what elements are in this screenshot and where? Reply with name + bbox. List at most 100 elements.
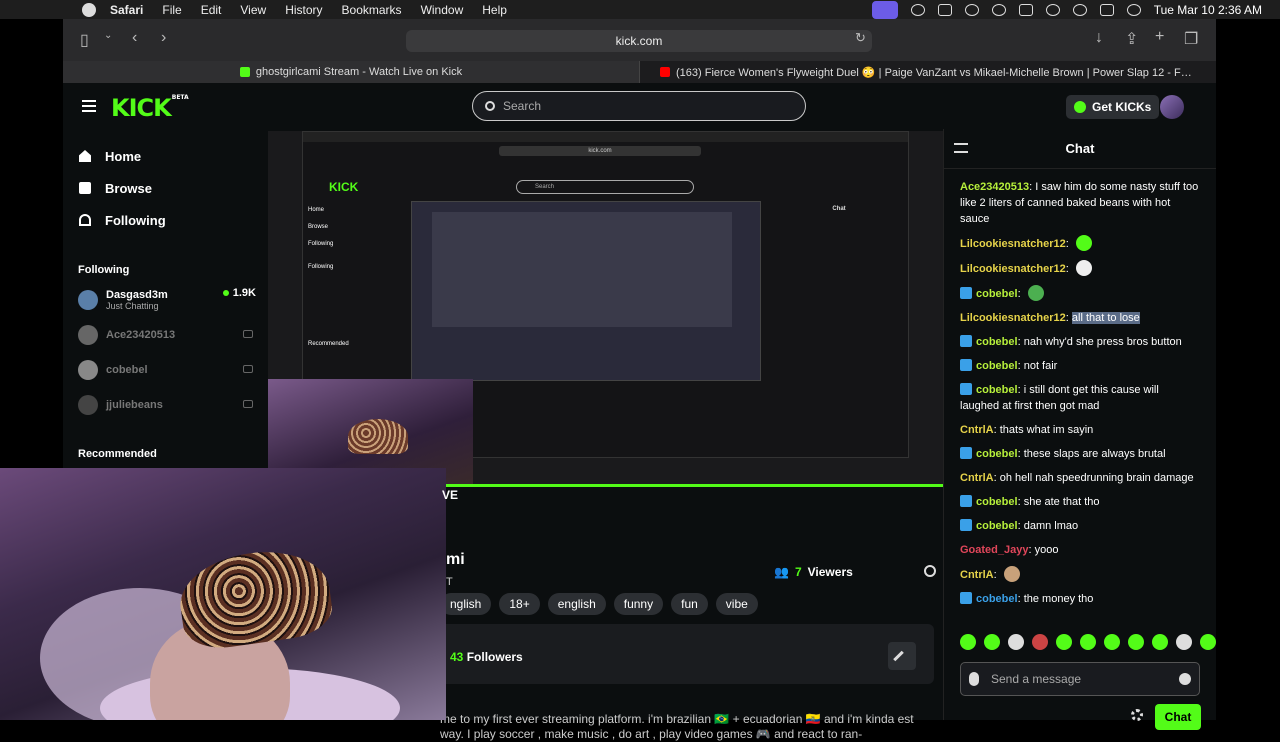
youtube-favicon-icon <box>660 67 670 77</box>
battery-icon[interactable] <box>1018 3 1033 16</box>
nested-address-bar: kick.com <box>499 146 701 156</box>
nav-browse[interactable]: Browse <box>63 172 268 204</box>
bluetooth-icon[interactable] <box>964 3 979 16</box>
nav-label: Browse <box>105 180 152 196</box>
address-bar[interactable]: kick.com <box>406 30 872 52</box>
download-icon[interactable]: ↓ <box>1095 29 1103 47</box>
menu-view[interactable]: View <box>240 3 266 17</box>
menu-app[interactable]: Safari <box>110 3 143 17</box>
reload-icon[interactable]: ↻ <box>855 30 866 46</box>
chat-username[interactable]: Lilcookiesnatcher12 <box>960 263 1066 275</box>
get-kicks-button[interactable]: Get KICKs <box>1066 95 1160 119</box>
tag-chip[interactable]: 18+ <box>499 593 540 615</box>
edit-pencil-button[interactable] <box>888 642 916 670</box>
moderator-badge-icon <box>960 335 972 347</box>
chat-username[interactable]: Lilcookiesnatcher12 <box>960 238 1066 250</box>
wifi-icon[interactable] <box>1045 3 1060 16</box>
tag-chip[interactable]: nglish <box>440 593 492 615</box>
tag-chip[interactable]: english <box>547 593 606 615</box>
menu-history[interactable]: History <box>285 3 322 17</box>
chat-message: Goated_Jayy: yooo <box>960 542 1200 558</box>
emoji-icon[interactable] <box>1179 673 1191 685</box>
emote-icon[interactable] <box>1152 634 1168 650</box>
share-icon[interactable]: ⇪ <box>1125 29 1138 49</box>
chat-username[interactable]: cobebel <box>976 593 1018 605</box>
spotlight-icon[interactable] <box>1072 3 1087 16</box>
following-channel-dasgasd3m[interactable]: Dasgasd3m Just Chatting 1.9K <box>63 282 268 317</box>
screen-record-icon[interactable] <box>871 0 898 19</box>
get-kicks-label: Get KICKs <box>1092 100 1152 114</box>
chat-username[interactable]: Goated_Jayy <box>960 544 1028 556</box>
chat-username[interactable]: cobebel <box>976 384 1018 396</box>
control-center-icon[interactable] <box>1099 3 1114 16</box>
tag-chip[interactable]: vibe <box>715 593 758 615</box>
emote-icon[interactable] <box>1104 634 1120 650</box>
menu-window[interactable]: Window <box>421 3 464 17</box>
kick-logo[interactable]: KICKBETA <box>111 94 189 122</box>
emote-icon[interactable] <box>1056 634 1072 650</box>
search-input[interactable]: Search <box>472 91 806 121</box>
menu-edit[interactable]: Edit <box>201 3 222 17</box>
apple-icon[interactable] <box>82 2 96 17</box>
nav-home[interactable]: Home <box>63 140 268 172</box>
emote-icon[interactable] <box>1080 634 1096 650</box>
play-icon[interactable] <box>991 3 1006 16</box>
channel-avatar <box>78 289 98 310</box>
emote-icon[interactable] <box>984 634 1000 650</box>
emote-icon[interactable] <box>1200 634 1216 650</box>
menu-bookmarks[interactable]: Bookmarks <box>342 3 402 17</box>
microphone-icon[interactable] <box>969 672 979 686</box>
emote-icon[interactable] <box>1128 634 1144 650</box>
tag-chip[interactable]: funny <box>613 593 664 615</box>
forward-icon[interactable]: › <box>161 29 166 47</box>
share-icon[interactable] <box>924 565 936 577</box>
siri-icon[interactable] <box>1126 3 1141 16</box>
following-channel-ace[interactable]: Ace23420513 <box>63 317 268 352</box>
gear-icon[interactable] <box>1131 709 1143 721</box>
following-channel-cobebel[interactable]: cobebel <box>63 352 268 387</box>
nav-following[interactable]: Following <box>63 204 268 236</box>
chat-input-placeholder: Send a message <box>991 672 1082 686</box>
tab-overview-icon[interactable]: ❐ <box>1184 29 1198 49</box>
chat-username[interactable]: CntrlA <box>960 569 994 581</box>
address-bar-text: kick.com <box>615 34 663 48</box>
emote-icon[interactable] <box>960 634 976 650</box>
chat-username[interactable]: Ace23420513 <box>960 181 1029 193</box>
tag-chip[interactable]: fun <box>671 593 708 615</box>
tab-youtube[interactable]: (163) Fierce Women's Flyweight Duel 😳 | … <box>639 61 1216 83</box>
vpn-icon[interactable] <box>910 3 925 16</box>
chat-send-button[interactable]: Chat <box>1155 704 1201 730</box>
emote-icon[interactable] <box>1032 634 1048 650</box>
chat-username[interactable]: cobebel <box>976 520 1018 532</box>
chat-username[interactable]: cobebel <box>976 360 1018 372</box>
chevron-down-icon[interactable]: ⌄ <box>104 30 112 41</box>
emote-icon[interactable] <box>1176 634 1192 650</box>
chat-username[interactable]: CntrlA <box>960 424 994 436</box>
new-tab-icon[interactable]: + <box>1155 28 1164 46</box>
nested-bonnet <box>348 419 408 454</box>
following-channel-jjuliebeans[interactable]: jjuliebeans <box>63 387 268 422</box>
chat-message-input[interactable]: Send a message <box>960 662 1200 696</box>
menu-file[interactable]: File <box>162 3 181 17</box>
memory-icon[interactable] <box>937 3 952 16</box>
collapse-chat-icon[interactable] <box>954 143 968 153</box>
back-icon[interactable]: ‹ <box>132 29 137 47</box>
tab-kick[interactable]: ghostgirlcami Stream - Watch Live on Kic… <box>63 61 639 83</box>
menubar-clock[interactable]: Tue Mar 10 2:36 AM <box>1154 3 1262 17</box>
sidebar-toggle-icon[interactable]: ▯ <box>80 30 89 50</box>
user-avatar[interactable] <box>1160 95 1184 119</box>
chat-message: cobebel: she ate that tho <box>960 494 1200 510</box>
chat-username[interactable]: cobebel <box>976 288 1018 300</box>
menu-help[interactable]: Help <box>482 3 507 17</box>
chat-username[interactable]: cobebel <box>976 448 1018 460</box>
chat-username[interactable]: CntrlA <box>960 472 994 484</box>
chat-username[interactable]: cobebel <box>976 336 1018 348</box>
moderator-badge-icon <box>960 287 972 299</box>
chat-username[interactable]: Lilcookiesnatcher12 <box>960 312 1066 324</box>
stream-category[interactable]: T <box>446 576 453 588</box>
emote-icon[interactable] <box>1008 634 1024 650</box>
hamburger-menu-icon[interactable] <box>82 100 96 112</box>
video-player[interactable]: kick.com KICK Search Home Browse Followi… <box>268 131 943 487</box>
streamer-name[interactable]: mi <box>446 551 465 569</box>
chat-username[interactable]: cobebel <box>976 496 1018 508</box>
